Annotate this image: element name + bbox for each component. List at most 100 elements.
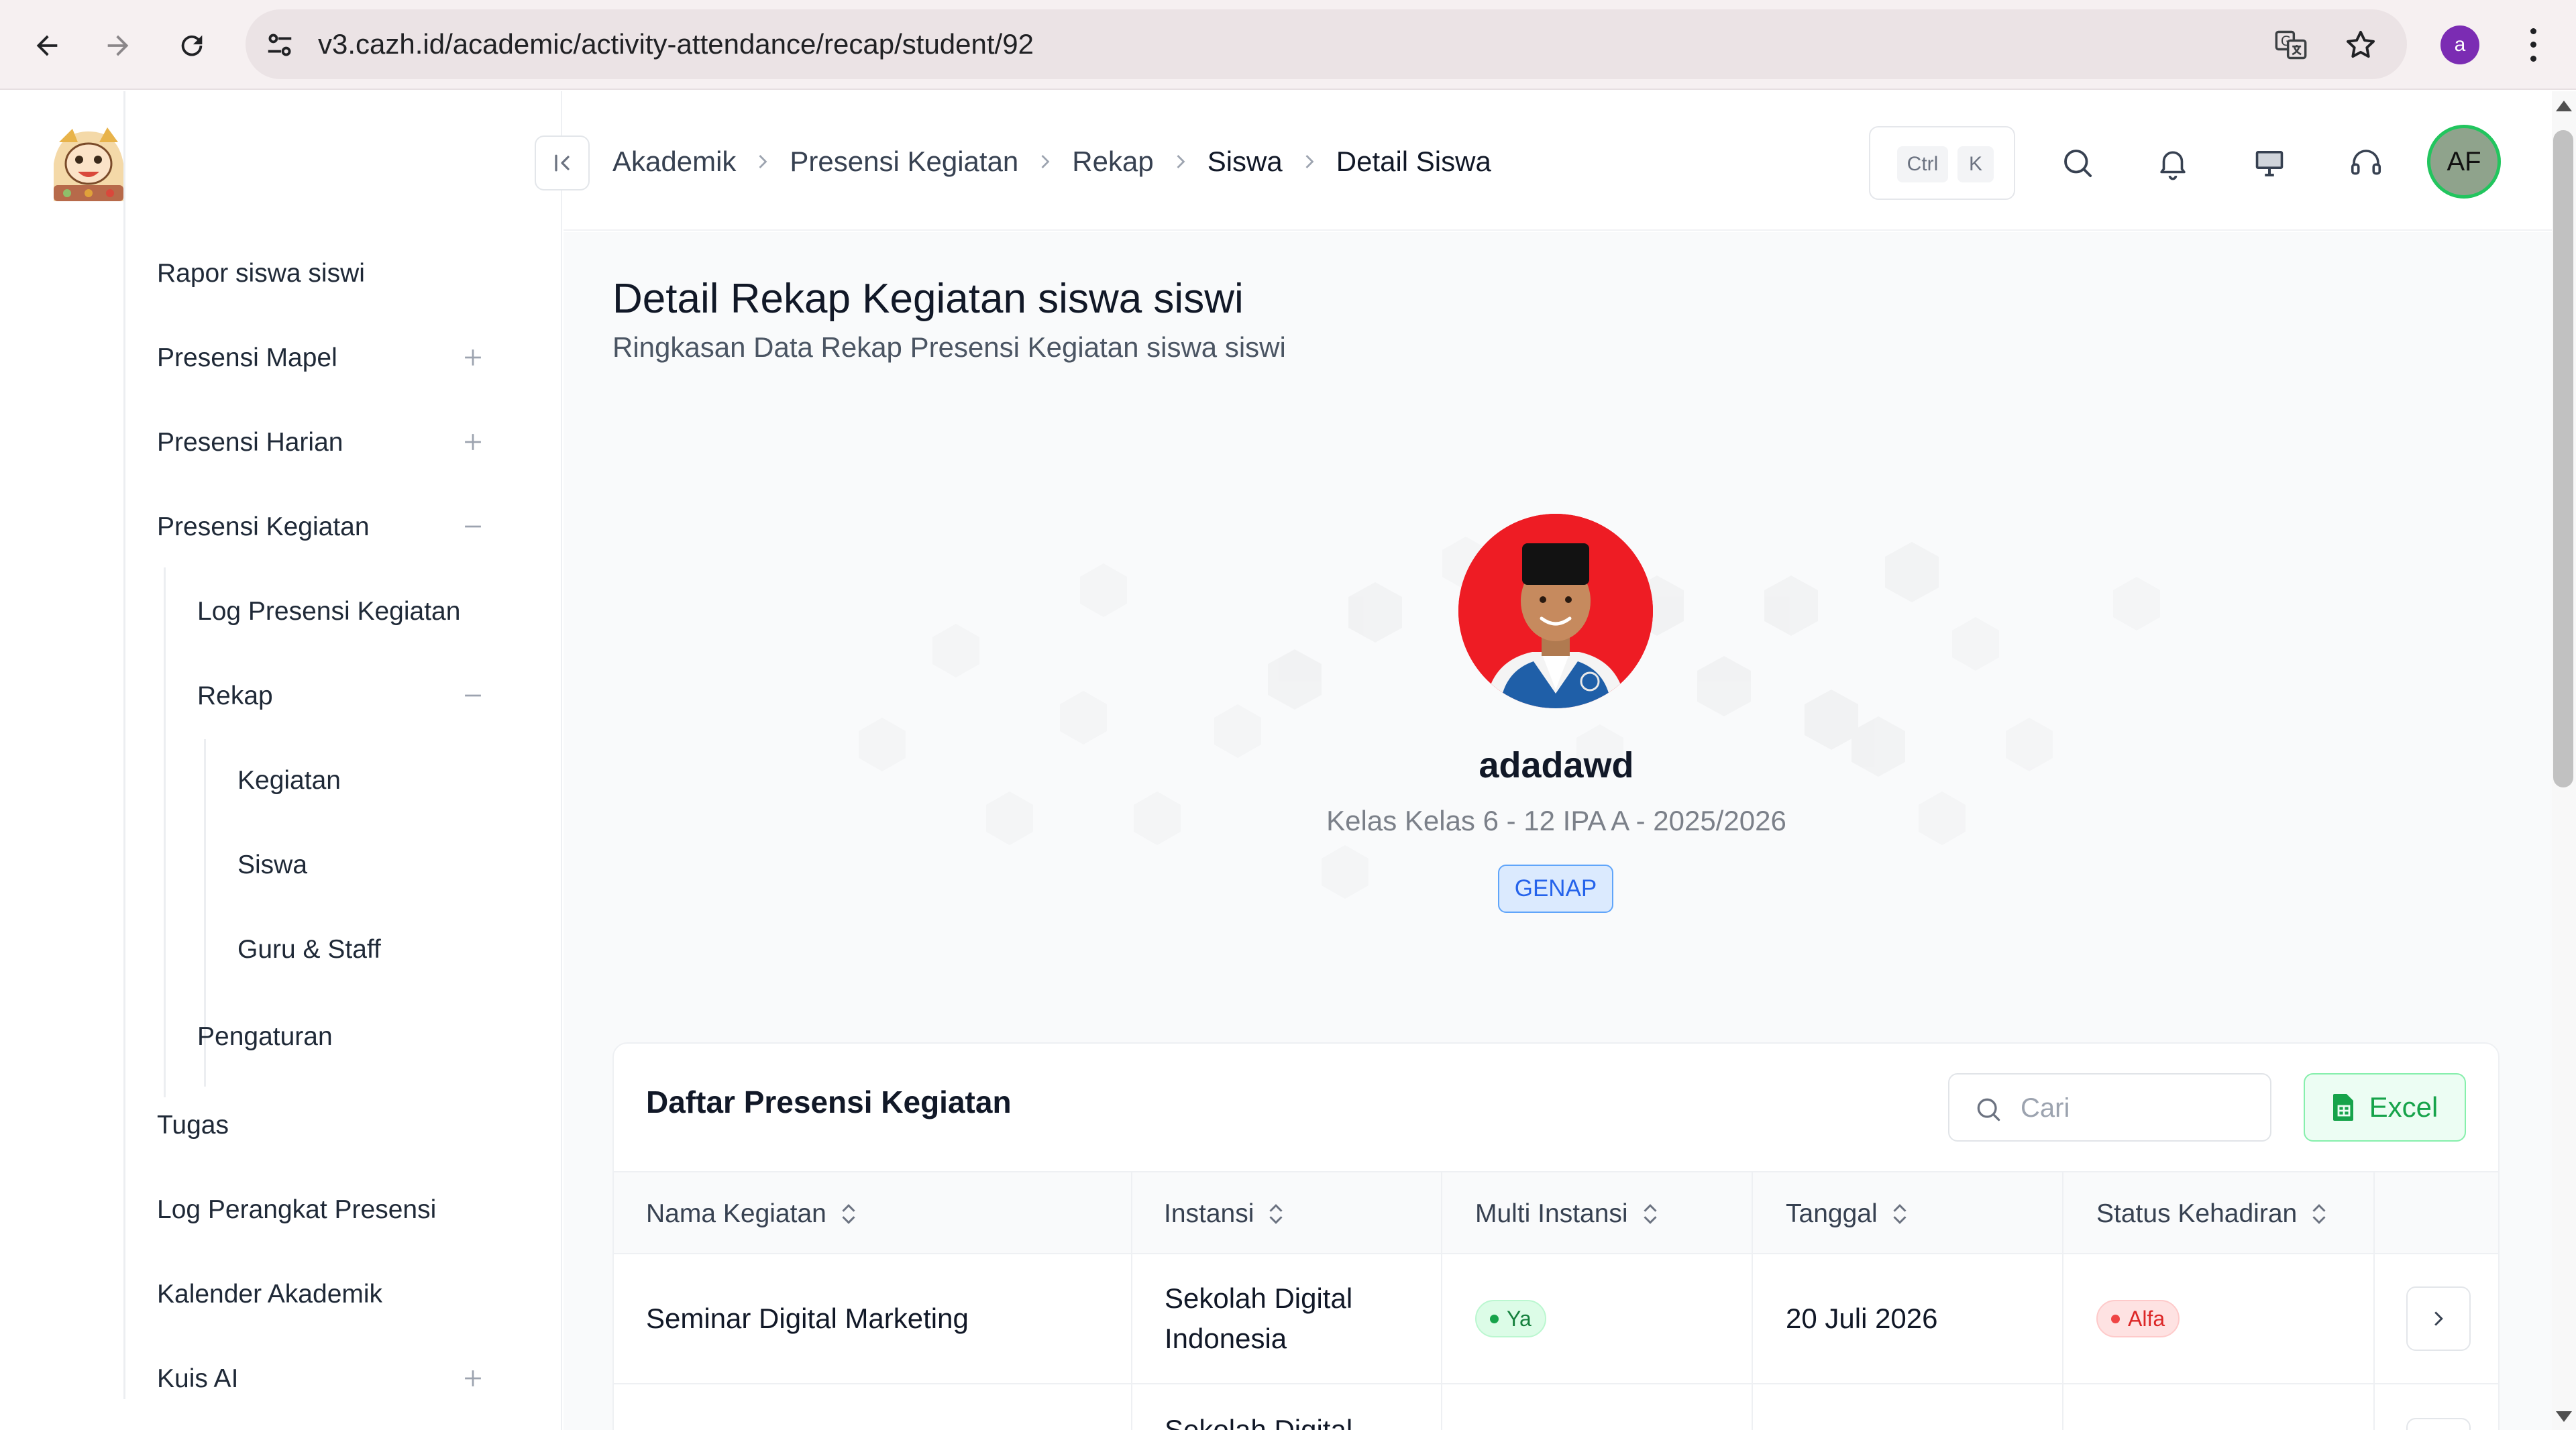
column-status-kehadiran[interactable]: Status Kehadiran xyxy=(2096,1172,2328,1256)
column-nama-kegiatan[interactable]: Nama Kegiatan xyxy=(646,1172,857,1256)
export-excel-button[interactable]: Excel xyxy=(2304,1073,2466,1142)
plus-icon xyxy=(465,349,481,366)
chevron-right-icon xyxy=(1283,152,1336,172)
url-text[interactable]: v3.cazh.id/academic/activity-attendance/… xyxy=(318,9,1034,79)
table-row: Seminar Digital Marketing Sekolah Digita… xyxy=(614,1254,2498,1384)
expand-presensi-harian-button[interactable] xyxy=(455,424,491,460)
reload-button[interactable] xyxy=(166,20,217,71)
minus-icon xyxy=(465,525,481,528)
sort-icon xyxy=(842,1204,855,1224)
sidebar-item-rekap-guru-staff[interactable]: Guru & Staff xyxy=(237,930,381,970)
cell-instansi-line1: Sekolah Digital xyxy=(1165,1282,1353,1314)
multi-instansi-badge: Ya xyxy=(1475,1300,1546,1337)
sort-icon xyxy=(2312,1204,2326,1224)
school-logo-icon xyxy=(48,123,129,204)
collapse-sidebar-icon xyxy=(555,154,570,172)
site-settings-icon[interactable] xyxy=(264,30,295,60)
sidebar-item-presensi-kegiatan[interactable]: Presensi Kegiatan xyxy=(157,507,370,547)
collapse-sidebar-button[interactable] xyxy=(535,135,590,190)
monitor-icon xyxy=(2255,151,2284,177)
minus-icon xyxy=(465,694,481,697)
sidebar-item-log-perangkat-presensi[interactable]: Log Perangkat Presensi xyxy=(157,1190,436,1230)
browser-profile-avatar[interactable]: a xyxy=(2440,25,2479,64)
breadcrumb-presensi-kegiatan[interactable]: Presensi Kegiatan xyxy=(790,146,1018,178)
sidebar-item-rekap-kegiatan[interactable]: Kegiatan xyxy=(237,761,341,801)
sidebar-item-tugas[interactable]: Tugas xyxy=(157,1105,229,1146)
sidebar-item-presensi-mapel[interactable]: Presensi Mapel xyxy=(157,338,337,378)
cell-instansi-line2: Indonesia xyxy=(1165,1323,1287,1354)
display-button[interactable] xyxy=(2249,142,2290,184)
table-search[interactable] xyxy=(1948,1073,2271,1142)
search-icon xyxy=(1977,1098,2000,1121)
expand-presensi-mapel-button[interactable] xyxy=(455,339,491,376)
export-excel-label: Excel xyxy=(2369,1091,2438,1123)
expand-kuis-ai-button[interactable] xyxy=(455,1360,491,1396)
translate-icon: G xyxy=(2275,30,2307,60)
status-label: Alfa xyxy=(2128,1306,2165,1331)
plus-icon xyxy=(465,1370,481,1386)
status-dot-icon xyxy=(2111,1314,2120,1323)
sidebar-item-kuis-ai[interactable]: Kuis AI xyxy=(157,1359,238,1399)
student-name: adadawd xyxy=(1479,745,1634,785)
sort-icon xyxy=(1644,1204,1657,1224)
reload-icon xyxy=(181,35,203,56)
chevron-right-icon xyxy=(1154,152,1208,172)
bell-icon xyxy=(2160,151,2186,180)
breadcrumb-siswa[interactable]: Siswa xyxy=(1208,146,1283,178)
forward-icon xyxy=(107,35,129,56)
sidebar-item-rekap[interactable]: Rekap xyxy=(197,676,273,716)
user-avatar[interactable]: AF xyxy=(2427,125,2501,199)
sidebar-item-pengaturan[interactable]: Pengaturan xyxy=(197,1017,333,1057)
sidebar-item-rekap-siswa[interactable]: Siswa xyxy=(237,845,307,885)
column-instansi[interactable]: Instansi xyxy=(1164,1172,1285,1256)
spreadsheet-file-icon xyxy=(2332,1094,2353,1121)
breadcrumb-rekap[interactable]: Rekap xyxy=(1072,146,1153,178)
page-title: Detail Rekap Kegiatan siswa siswi xyxy=(612,276,1244,322)
plus-icon xyxy=(465,434,481,450)
column-label: Nama Kegiatan xyxy=(646,1199,826,1228)
tree-guide-line xyxy=(164,567,166,1097)
page-subtitle: Ringkasan Data Rekap Presensi Kegiatan s… xyxy=(612,331,1286,363)
back-icon xyxy=(36,35,58,56)
breadcrumb-akademik[interactable]: Akademik xyxy=(612,146,736,178)
tree-guide-line xyxy=(123,91,125,1399)
sidebar: Rapor siswa siswi Presensi Mapel Presens… xyxy=(0,91,562,1430)
sort-icon xyxy=(1269,1204,1283,1224)
browser-toolbar: v3.cazh.id/academic/activity-attendance/… xyxy=(0,0,2576,90)
table-search-input[interactable] xyxy=(2021,1087,2249,1130)
forward-button[interactable] xyxy=(93,20,144,71)
search-button[interactable] xyxy=(2057,142,2098,184)
column-label: Multi Instansi xyxy=(1475,1199,1628,1228)
scroll-up-icon[interactable] xyxy=(2555,98,2573,114)
row-detail-button[interactable] xyxy=(2406,1418,2471,1430)
address-bar[interactable]: v3.cazh.id/academic/activity-attendance/… xyxy=(246,9,2407,79)
back-button[interactable] xyxy=(21,20,72,71)
kbd-ctrl: Ctrl xyxy=(1897,146,1948,182)
bookmark-button[interactable] xyxy=(2341,25,2380,64)
star-icon xyxy=(2346,30,2375,58)
command-palette-button[interactable]: Ctrl K xyxy=(1869,126,2015,200)
attendance-card-title: Daftar Presensi Kegiatan xyxy=(646,1085,1012,1119)
scrollbar-thumb[interactable] xyxy=(2553,130,2573,787)
sidebar-item-kalender-akademik[interactable]: Kalender Akademik xyxy=(157,1274,382,1315)
sidebar-item-log-presensi-kegiatan[interactable]: Log Presensi Kegiatan xyxy=(197,592,460,632)
translate-button[interactable]: G xyxy=(2271,25,2310,64)
column-label: Status Kehadiran xyxy=(2096,1199,2298,1228)
sidebar-item-rapor[interactable]: Rapor siswa siswi xyxy=(157,254,365,294)
chevron-right-icon xyxy=(736,152,790,172)
kebab-menu-icon[interactable] xyxy=(2520,24,2546,66)
breadcrumb: Akademik Presensi Kegiatan Rekap Siswa D… xyxy=(612,140,1491,184)
breadcrumb-detail-siswa: Detail Siswa xyxy=(1336,146,1491,177)
chevron-right-icon xyxy=(1018,152,1072,172)
support-button[interactable] xyxy=(2345,142,2387,184)
column-tanggal[interactable]: Tanggal xyxy=(1786,1172,1909,1256)
column-multi-instansi[interactable]: Multi Instansi xyxy=(1475,1172,1659,1256)
multi-instansi-label: Ya xyxy=(1507,1306,1532,1331)
cell-instansi-line1: Sekolah Digital xyxy=(1165,1414,1353,1430)
collapse-presensi-kegiatan-button[interactable] xyxy=(455,508,491,545)
scroll-down-icon[interactable] xyxy=(2555,1409,2573,1425)
collapse-rekap-button[interactable] xyxy=(455,677,491,714)
sidebar-item-presensi-harian[interactable]: Presensi Harian xyxy=(157,423,343,463)
row-detail-button[interactable] xyxy=(2406,1286,2471,1351)
notifications-button[interactable] xyxy=(2152,142,2194,184)
